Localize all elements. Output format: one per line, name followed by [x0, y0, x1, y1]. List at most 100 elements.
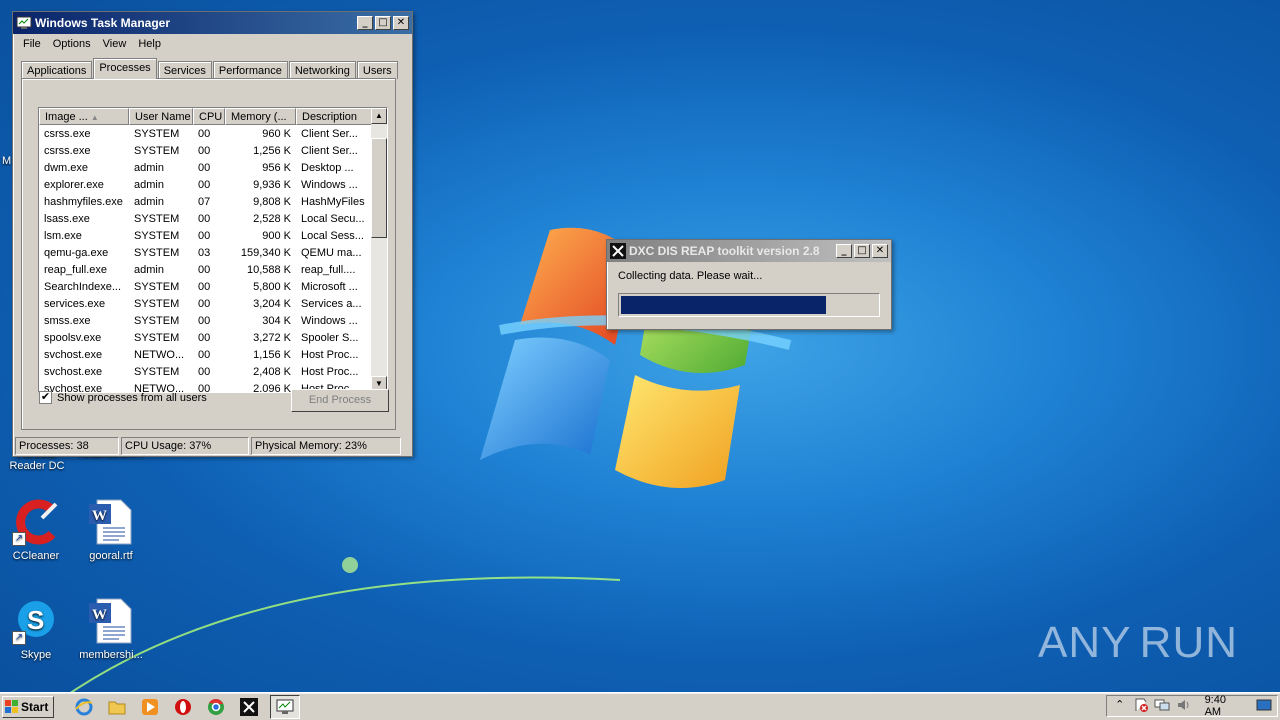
task-manager-titlebar[interactable]: Windows Task Manager _ □ ✕: [13, 12, 412, 34]
cell-cpu: 00: [198, 280, 211, 293]
table-row[interactable]: smss.exe SYSTEM 00 304 K Windows ...: [39, 312, 387, 329]
tab-applications[interactable]: Applications: [21, 61, 93, 79]
tab-performance[interactable]: Performance: [212, 61, 288, 79]
minimize-button[interactable]: _: [836, 244, 852, 258]
cell-user-name: NETWO...: [134, 348, 185, 361]
chrome-icon[interactable]: [204, 695, 228, 719]
table-row[interactable]: lsass.exe SYSTEM 00 2,528 K Local Secu...: [39, 210, 387, 227]
menu-help[interactable]: Help: [132, 38, 167, 50]
cell-image-name: spoolsv.exe: [44, 331, 102, 344]
cell-image-name: lsass.exe: [44, 212, 90, 225]
show-all-processes-checkbox[interactable]: ✔: [39, 391, 52, 404]
ccleaner-icon: ↗: [12, 498, 60, 546]
tab-users[interactable]: Users: [356, 61, 398, 79]
table-row[interactable]: svchost.exe NETWO... 00 1,156 K Host Proc...: [39, 346, 387, 363]
dxc-reap-dialog[interactable]: DXC DIS REAP toolkit version 2.8 _ □ ✕ C…: [606, 239, 892, 330]
folder-icon[interactable]: [105, 695, 129, 719]
table-row[interactable]: svchost.exe SYSTEM 00 2,408 K Host Proc...: [39, 363, 387, 380]
cell-cpu: 07: [198, 195, 211, 208]
desktop-icon-skype[interactable]: S ↗ Skype: [1, 597, 71, 661]
menu-file[interactable]: File: [17, 38, 47, 50]
cell-user-name: SYSTEM: [134, 212, 180, 225]
desktop-icon-label: membershi...: [79, 649, 143, 661]
cell-image-name: SearchIndexe...: [44, 280, 122, 293]
table-row[interactable]: lsm.exe SYSTEM 00 900 K Local Sess...: [39, 227, 387, 244]
column-header-cpu[interactable]: CPU: [193, 108, 225, 125]
task-manager-icon: [276, 699, 294, 714]
dxc-logo-icon: [610, 243, 626, 259]
dxc-dialog-titlebar[interactable]: DXC DIS REAP toolkit version 2.8 _ □ ✕: [607, 240, 891, 262]
process-list[interactable]: Image ... ▲ User Name CPU Memory (... De…: [38, 107, 388, 393]
scroll-thumb[interactable]: [371, 138, 387, 238]
maximize-button[interactable]: □: [375, 16, 391, 30]
table-row[interactable]: reap_full.exe admin 00 10,588 K reap_full...…: [39, 261, 387, 278]
cell-image-name: csrss.exe: [44, 127, 91, 140]
task-manager-window[interactable]: Windows Task Manager _ □ ✕ File Options …: [12, 11, 413, 457]
window-title: Windows Task Manager: [35, 16, 171, 30]
desktop-icon-gooral[interactable]: W gooral.rtf: [76, 498, 146, 562]
column-header-image[interactable]: Image ... ▲: [39, 108, 129, 125]
scroll-up-button[interactable]: ▲: [371, 108, 387, 124]
table-row[interactable]: explorer.exe admin 00 9,936 K Windows ...: [39, 176, 387, 193]
cell-cpu: 00: [198, 263, 211, 276]
close-button[interactable]: ✕: [872, 244, 888, 258]
volume-icon[interactable]: [1175, 698, 1192, 714]
end-process-button[interactable]: End Process: [291, 389, 389, 412]
show-desktop-icon[interactable]: [1256, 698, 1273, 714]
process-list-scrollbar[interactable]: ▲ ▼: [371, 108, 387, 392]
task-manager-icon: [16, 16, 32, 29]
cell-cpu: 00: [198, 212, 211, 225]
menu-options[interactable]: Options: [47, 38, 97, 50]
action-center-icon[interactable]: [1132, 698, 1149, 714]
table-row[interactable]: qemu-ga.exe SYSTEM 03 159,340 K QEMU ma...: [39, 244, 387, 261]
system-tray: ⌃ 9:40 AM: [1106, 694, 1278, 718]
table-row[interactable]: dwm.exe admin 00 956 K Desktop ...: [39, 159, 387, 176]
cell-user-name: admin: [134, 178, 164, 191]
table-row[interactable]: csrss.exe SYSTEM 00 960 K Client Ser...: [39, 125, 387, 142]
word-document-icon: W: [87, 498, 135, 546]
show-hidden-icons-button[interactable]: ⌃: [1111, 698, 1128, 714]
table-row[interactable]: csrss.exe SYSTEM 00 1,256 K Client Ser...: [39, 142, 387, 159]
cell-user-name: SYSTEM: [134, 314, 180, 327]
start-button[interactable]: Start: [2, 695, 54, 718]
desktop-icon-ccleaner[interactable]: ↗ CCleaner: [1, 498, 71, 562]
svg-text:W: W: [92, 607, 107, 623]
cell-cpu: 00: [198, 314, 211, 327]
maximize-button[interactable]: □: [854, 244, 870, 258]
show-all-processes-checkbox-row[interactable]: ✔ Show processes from all users: [39, 391, 207, 404]
table-row[interactable]: spoolsv.exe SYSTEM 00 3,272 K Spooler S...: [39, 329, 387, 346]
dxc-status-message: Collecting data. Please wait...: [618, 270, 763, 282]
media-player-icon[interactable]: [138, 695, 162, 719]
table-row[interactable]: services.exe SYSTEM 00 3,204 K Services a...: [39, 295, 387, 312]
cell-image-name: explorer.exe: [44, 178, 104, 191]
column-header-memory[interactable]: Memory (...: [225, 108, 296, 125]
cell-user-name: SYSTEM: [134, 280, 180, 293]
tab-processes[interactable]: Processes: [93, 58, 157, 79]
svg-text:W: W: [92, 508, 107, 524]
cell-memory: 960 K: [262, 127, 291, 140]
minimize-button[interactable]: _: [357, 16, 373, 30]
table-row[interactable]: SearchIndexe... SYSTEM 00 5,800 K Microsoft …: [39, 278, 387, 295]
cell-image-name: qemu-ga.exe: [44, 246, 109, 259]
table-row[interactable]: hashmyfiles.exe admin 07 9,808 K HashMyFiles: [39, 193, 387, 210]
cell-memory: 2,528 K: [253, 212, 291, 225]
tab-services[interactable]: Services: [157, 61, 212, 79]
cell-description: Host Proc...: [301, 365, 359, 378]
network-icon[interactable]: [1154, 698, 1171, 714]
cell-image-name: services.exe: [44, 297, 106, 310]
system-clock[interactable]: 9:40 AM: [1205, 694, 1244, 718]
column-header-user[interactable]: User Name: [129, 108, 193, 125]
internet-explorer-icon[interactable]: [72, 695, 96, 719]
menu-view[interactable]: View: [97, 38, 133, 50]
tab-networking[interactable]: Networking: [288, 61, 356, 79]
dxc-icon[interactable]: [237, 695, 261, 719]
task-manager-taskbar-button[interactable]: [270, 694, 300, 719]
cell-cpu: 00: [198, 178, 211, 191]
cell-memory: 900 K: [262, 229, 291, 242]
close-button[interactable]: ✕: [393, 16, 409, 30]
opera-icon[interactable]: [171, 695, 195, 719]
desktop-icon-membership[interactable]: W membershi...: [76, 597, 146, 661]
cell-image-name: svchost.exe: [44, 365, 103, 378]
column-header-description[interactable]: Description: [296, 108, 373, 125]
cell-memory: 159,340 K: [240, 246, 291, 259]
